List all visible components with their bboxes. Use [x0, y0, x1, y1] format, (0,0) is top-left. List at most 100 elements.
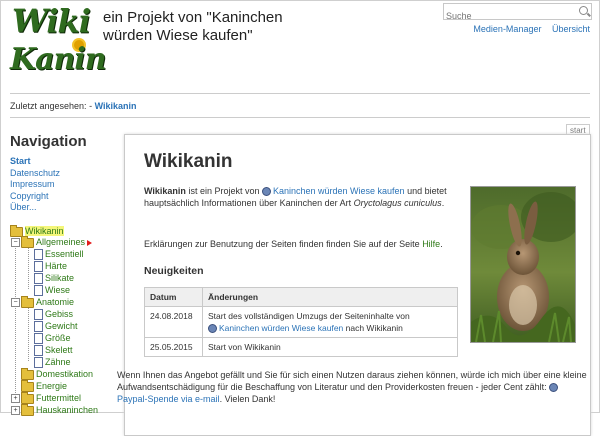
tree-label[interactable]: Energie — [36, 381, 67, 391]
tree-item-essentiell[interactable]: Essentiell — [34, 249, 84, 261]
tree-label[interactable]: Zähne — [45, 357, 71, 367]
kwwk-link[interactable]: Kaninchen würden Wiese kaufen — [273, 186, 405, 196]
tagline-line2: würden Wiese kaufen" — [103, 27, 253, 44]
table-cell-date: 24.08.2018 — [144, 306, 203, 338]
tree-label[interactable]: Silikate — [45, 273, 74, 283]
tree-item-zaehne[interactable]: Zähne — [34, 357, 71, 369]
breadcrumb-label: Zuletzt angesehen: — [10, 101, 87, 111]
media-manager-link[interactable]: Medien-Manager — [473, 24, 541, 34]
top-links: Medien-Manager Übersicht — [465, 24, 590, 34]
tree-label[interactable]: Wiese — [45, 285, 70, 295]
navigation-title: Navigation — [10, 133, 87, 150]
tree-label[interactable]: Wikikanin — [25, 226, 64, 236]
breadcrumb-link[interactable]: Wikikanin — [95, 101, 137, 111]
tree-item-wikikanin[interactable]: Wikikanin — [10, 224, 64, 237]
tree-item-skelett[interactable]: Skelett — [34, 345, 73, 357]
donation-paragraph: Wenn Ihnen das Angebot gefällt und Sie f… — [117, 369, 587, 405]
search-icon[interactable] — [579, 6, 588, 15]
tree-label[interactable]: Anatomie — [36, 297, 74, 307]
donation-text: Wenn Ihnen das Angebot gefällt und Sie f… — [117, 370, 587, 392]
tree-label[interactable]: Gewicht — [45, 321, 78, 331]
sidebar-link-datenschutz[interactable]: Datenschutz — [10, 168, 60, 180]
page-icon — [34, 357, 43, 369]
tree-label[interactable]: Essentiell — [45, 249, 84, 259]
tree-item-futtermittel[interactable]: + Futtermittel — [11, 391, 81, 404]
folder-icon — [21, 367, 34, 380]
paypal-link[interactable]: Paypal-Spende via e-mail — [117, 394, 220, 404]
tagline-line1: ein Projekt von "Kaninchen — [103, 9, 283, 26]
tree-label[interactable]: Härte — [45, 261, 67, 271]
table-cell-date: 25.05.2015 — [144, 337, 203, 357]
page-icon — [34, 261, 43, 273]
tree-item-haerte[interactable]: Härte — [34, 261, 67, 273]
sidebar-link-impressum[interactable]: Impressum — [10, 179, 60, 191]
tree-label[interactable]: Domestikation — [36, 369, 93, 379]
tree-label[interactable]: Hauskaninchen — [36, 405, 98, 415]
wiki-logo[interactable]: Wiki Kanin — [10, 2, 107, 82]
intro-bold: Wikikanin — [144, 186, 186, 196]
folder-icon — [21, 403, 34, 416]
collapse-icon[interactable]: − — [11, 298, 20, 308]
logo-line1: Wiki — [12, 2, 91, 40]
intro-paragraph: Wikikanin ist ein Projekt von Kaninchen … — [144, 185, 449, 209]
expand-icon[interactable]: + — [11, 406, 20, 416]
arrow-icon — [87, 239, 93, 246]
tree-label[interactable]: Skelett — [45, 345, 73, 355]
help-text: Erklärungen zur Benutzung der Seiten fin… — [144, 239, 423, 249]
tree-line — [15, 235, 16, 393]
tree-label[interactable]: Futtermittel — [36, 393, 81, 403]
sidebar-link-ueber[interactable]: Über... — [10, 202, 60, 214]
tree-label[interactable]: Größe — [45, 333, 71, 343]
search-input[interactable] — [444, 8, 574, 24]
table-header-changes: Änderungen — [202, 287, 458, 307]
search-box — [443, 3, 592, 24]
tree-label[interactable]: Allgemeines — [36, 237, 85, 247]
site-tagline: ein Projekt von "Kaninchen würden Wiese … — [103, 9, 283, 45]
table-row: 25.05.2015 Start von Wikikanin — [144, 337, 458, 357]
logo-line2: Kanin — [10, 42, 107, 77]
news-table: Datum Änderungen 24.08.2018 Start des vo… — [144, 287, 458, 357]
breadcrumb: Zuletzt angesehen: - Wikikanin — [10, 101, 137, 111]
cell-text: Start des vollständigen Umzugs der Seite… — [208, 311, 410, 321]
tree-item-wiese[interactable]: Wiese — [34, 285, 70, 297]
news-heading: Neuigkeiten — [144, 265, 204, 277]
page-icon — [34, 309, 43, 321]
globe-icon — [208, 324, 217, 334]
tree-item-gewicht[interactable]: Gewicht — [34, 321, 78, 333]
sidebar-link-copyright[interactable]: Copyright — [10, 191, 60, 203]
tree-item-gebiss[interactable]: Gebiss — [34, 309, 73, 321]
folder-icon — [21, 295, 34, 308]
help-link[interactable]: Hilfe — [422, 239, 440, 249]
kwwk-link[interactable]: Kaninchen würden Wiese kaufen — [219, 323, 343, 333]
tree-item-allgemeines[interactable]: − Allgemeines — [11, 235, 93, 248]
collapse-icon[interactable]: − — [11, 238, 20, 248]
page-icon — [34, 321, 43, 333]
table-header-date: Datum — [144, 287, 203, 307]
tree-item-domestikation[interactable]: Domestikation — [21, 367, 93, 380]
tree-item-groesse[interactable]: Größe — [34, 333, 71, 345]
page-icon — [34, 333, 43, 345]
folder-icon — [21, 235, 34, 248]
tree-item-hauskaninchen[interactable]: + Hauskaninchen — [11, 403, 98, 416]
expand-icon[interactable]: + — [11, 394, 20, 404]
tree-item-silikate[interactable]: Silikate — [34, 273, 74, 285]
rabbit-image — [470, 186, 576, 343]
tree-label[interactable]: Gebiss — [45, 309, 73, 319]
intro-text: ist ein Projekt von — [185, 186, 262, 196]
intro-text: . — [441, 198, 445, 208]
page-icon — [34, 285, 43, 297]
divider — [10, 93, 590, 94]
rabbit-photo — [471, 187, 575, 342]
tree-item-energie[interactable]: Energie — [21, 379, 67, 392]
overview-link[interactable]: Übersicht — [552, 24, 590, 34]
donation-text: . Vielen Dank! — [219, 394, 276, 404]
divider — [10, 117, 590, 118]
tree-item-anatomie[interactable]: − Anatomie — [11, 295, 74, 308]
globe-icon — [549, 383, 559, 393]
sidebar-links: Start Datenschutz Impressum Copyright Üb… — [10, 156, 60, 214]
cell-text: nach Wikikanin — [343, 323, 403, 333]
sidebar-link-start[interactable]: Start — [10, 156, 60, 168]
table-cell-changes: Start des vollständigen Umzugs der Seite… — [202, 306, 458, 338]
table-header-row: Datum Änderungen — [144, 287, 458, 307]
help-end: . — [440, 239, 443, 249]
